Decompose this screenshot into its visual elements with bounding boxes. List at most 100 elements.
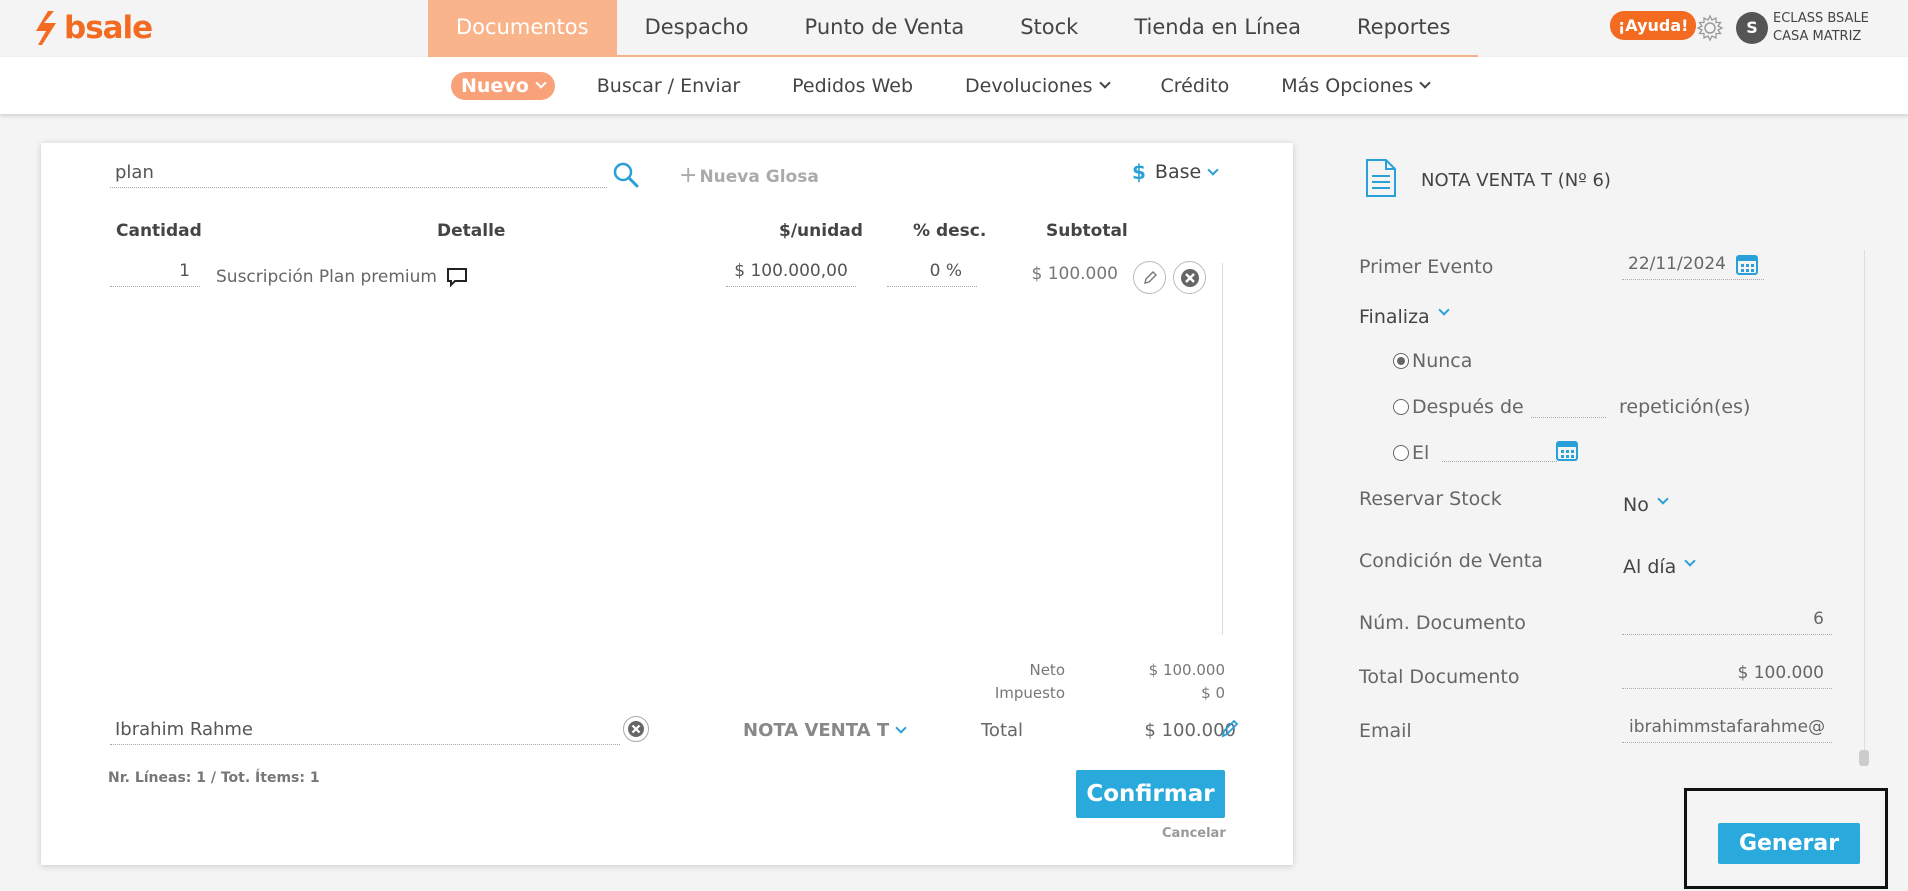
confirm-button[interactable]: Confirmar (1076, 770, 1225, 818)
sub-nav: Nuevo Buscar / Enviar Pedidos Web Devolu… (451, 57, 1481, 114)
pencil-icon (1143, 270, 1157, 284)
header-desc: % desc. (913, 221, 987, 241)
lines-summary: Nr. Líneas: 1 / Tot. Ítems: 1 (108, 770, 320, 786)
nueva-glosa-button[interactable]: + Nueva Glosa (679, 163, 819, 188)
close-icon (1180, 268, 1199, 287)
chevron-down-icon (1207, 163, 1219, 176)
num-documento-label: Núm. Documento (1359, 612, 1526, 634)
total-documento-label: Total Documento (1359, 666, 1520, 688)
reservar-stock-value: No (1623, 494, 1649, 516)
help-button[interactable]: ¡Ayuda! (1610, 11, 1697, 40)
finaliza-toggle[interactable]: Finaliza (1359, 304, 1450, 328)
row-discount-input[interactable]: 0 % (887, 261, 977, 287)
header-subtotal: Subtotal (1046, 221, 1128, 241)
end-date-input[interactable] (1442, 432, 1557, 462)
header-unidad: $/unidad (779, 221, 863, 241)
bsale-logo-icon (36, 11, 56, 45)
document-type-select[interactable]: NOTA VENTA T (743, 720, 907, 741)
nav-punto-de-venta[interactable]: Punto de Venta (777, 0, 993, 57)
radio-el[interactable]: El (1393, 442, 1429, 464)
chevron-down-icon (1098, 77, 1111, 89)
chevron-down-icon (1657, 493, 1669, 505)
top-navbar: bsale Documentos Despacho Punto de Venta… (0, 0, 1908, 57)
row-detail: Suscripción Plan premium (216, 267, 437, 287)
total-label: Total (981, 720, 1024, 741)
radio-nunca[interactable]: Nunca (1393, 350, 1472, 372)
subnav-devoluciones-label: Devoluciones (965, 74, 1093, 97)
condicion-venta-select[interactable]: Al día (1623, 555, 1696, 578)
total-documento-input[interactable]: $ 100.000 (1622, 659, 1832, 689)
radio-despues-de[interactable]: Después de (1393, 396, 1524, 418)
subnav-nuevo-label: Nuevo (461, 74, 529, 97)
repeticiones-label: repetición(es) (1619, 396, 1751, 418)
nav-documentos[interactable]: Documentos (428, 0, 617, 57)
reservar-stock-select[interactable]: No (1623, 493, 1669, 516)
document-icon (1366, 159, 1396, 197)
condicion-venta-value: Al día (1623, 556, 1677, 578)
primer-evento-label: Primer Evento (1359, 256, 1494, 278)
calendar-icon[interactable] (1735, 252, 1759, 276)
chevron-down-icon (895, 722, 907, 734)
company-name: ECLASS BSALE (1773, 11, 1869, 26)
subnav-credito[interactable]: Crédito (1161, 75, 1230, 97)
nav-stock[interactable]: Stock (992, 0, 1106, 57)
chevron-down-icon (1419, 77, 1431, 89)
product-search-input[interactable]: plan (110, 158, 607, 188)
document-editor: plan + Nueva Glosa $ Base Cantidad Detall… (41, 143, 1293, 865)
el-label: El (1412, 442, 1430, 464)
email-label: Email (1359, 720, 1412, 742)
header-detalle: Detalle (437, 221, 506, 241)
plus-icon: + (679, 163, 698, 188)
search-icon[interactable] (612, 161, 640, 189)
client-input[interactable]: Ibrahim Rahme (110, 715, 620, 745)
num-documento-input[interactable]: 6 (1622, 605, 1832, 635)
nav-reportes[interactable]: Reportes (1329, 0, 1478, 57)
subnav-devoluciones[interactable]: Devoluciones (965, 74, 1111, 97)
total-value: $ 100.000 (1144, 720, 1236, 741)
radio-button (1393, 353, 1409, 369)
document-title: NOTA VENTA T (Nº 6) (1421, 170, 1611, 191)
bsale-logo[interactable]: bsale (34, 9, 153, 47)
finaliza-label: Finaliza (1359, 306, 1430, 328)
nav-despacho[interactable]: Despacho (617, 0, 777, 57)
neto-value: $ 100.000 (1148, 661, 1225, 679)
edit-row-button[interactable] (1133, 261, 1166, 294)
pencil-icon[interactable] (1219, 717, 1241, 739)
subnav-buscar-enviar[interactable]: Buscar / Enviar (597, 75, 740, 97)
reservar-stock-label: Reservar Stock (1359, 488, 1502, 510)
price-list-select[interactable]: $ Base (1132, 160, 1219, 184)
avatar[interactable]: S (1736, 12, 1768, 44)
cancel-link[interactable]: Cancelar (1162, 826, 1226, 841)
price-list-value: Base (1154, 161, 1202, 183)
comment-icon[interactable] (446, 266, 468, 288)
row-subtotal: $ 100.000 (1031, 264, 1118, 284)
subnav-mas-opciones-label: Más Opciones (1281, 74, 1414, 97)
email-input[interactable]: ibrahimmstafarahme@ (1622, 713, 1832, 743)
clear-client-button[interactable] (623, 716, 649, 742)
despues-de-label: Después de (1412, 396, 1524, 418)
sub-navbar: Nuevo Buscar / Enviar Pedidos Web Devolu… (0, 57, 1908, 114)
branch-name: CASA MATRIZ (1773, 29, 1862, 44)
row-quantity-input[interactable]: 1 (110, 261, 200, 287)
panel-scrollbar-thumb[interactable] (1859, 750, 1869, 766)
repeticiones-input[interactable] (1531, 388, 1606, 418)
row-unit-price-input[interactable]: $ 100.000,00 (726, 261, 856, 287)
subnav-mas-opciones[interactable]: Más Opciones (1281, 74, 1431, 97)
calendar-icon[interactable] (1555, 438, 1579, 462)
subnav-pedidos-web[interactable]: Pedidos Web (792, 75, 913, 97)
brand-name: bsale (64, 10, 153, 46)
header-cantidad: Cantidad (116, 221, 202, 241)
impuesto-label: Impuesto (994, 684, 1065, 702)
generate-button[interactable]: Generar (1718, 823, 1860, 864)
lines-divider (1222, 263, 1223, 635)
main-nav: Documentos Despacho Punto de Venta Stock… (428, 0, 1479, 57)
chevron-down-icon (1684, 555, 1696, 567)
radio-button (1393, 399, 1409, 415)
subnav-nuevo[interactable]: Nuevo (451, 71, 555, 100)
panel-scrollbar[interactable] (1864, 250, 1865, 755)
delete-row-button[interactable] (1173, 261, 1206, 294)
company-info[interactable]: ECLASS BSALE CASA MATRIZ (1773, 10, 1869, 46)
gear-icon[interactable] (1696, 14, 1724, 42)
nav-tienda-en-linea[interactable]: Tienda en Línea (1106, 0, 1329, 57)
impuesto-value: $ 0 (1201, 684, 1225, 702)
